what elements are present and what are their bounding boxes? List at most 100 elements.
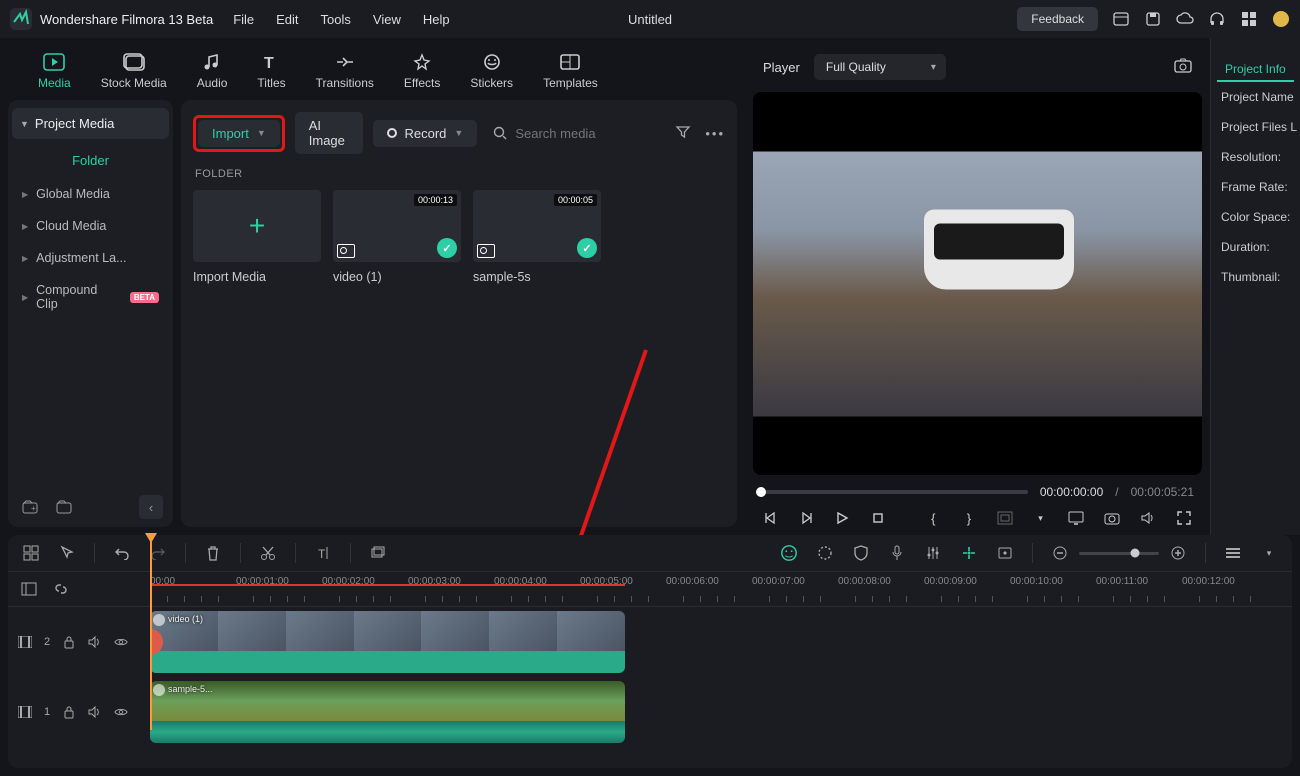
cursor-icon[interactable] bbox=[58, 544, 76, 562]
prev-frame-button[interactable] bbox=[763, 509, 779, 527]
check-icon: ✓ bbox=[577, 238, 597, 258]
eye-icon[interactable] bbox=[114, 705, 128, 719]
mute-icon[interactable] bbox=[88, 705, 102, 719]
sidebar-item-adjustment-layer[interactable]: ▶Adjustment La... bbox=[8, 242, 173, 274]
lock-icon[interactable] bbox=[62, 635, 76, 649]
more-icon[interactable]: ••• bbox=[705, 126, 725, 141]
info-field: Frame Rate: bbox=[1211, 172, 1300, 202]
tab-templates[interactable]: Templates bbox=[543, 52, 598, 90]
player-label: Player bbox=[763, 60, 800, 75]
track-view-icon[interactable] bbox=[1224, 544, 1242, 562]
play-button[interactable] bbox=[834, 509, 850, 527]
eye-icon[interactable] bbox=[114, 635, 128, 649]
fullscreen-icon[interactable] bbox=[1176, 509, 1192, 527]
svg-text:+: + bbox=[31, 504, 36, 513]
zoom-slider[interactable] bbox=[1079, 552, 1159, 555]
media-thumb-video1[interactable]: 00:00:13 ✓ video (1) bbox=[333, 190, 461, 284]
mark-out-icon[interactable]: } bbox=[961, 509, 977, 527]
tab-stock-media[interactable]: Stock Media bbox=[101, 52, 167, 90]
menu-file[interactable]: File bbox=[233, 12, 254, 27]
tab-media[interactable]: Media bbox=[38, 52, 71, 90]
play-backward-button[interactable] bbox=[799, 509, 815, 527]
track-view-chevron-icon[interactable]: ▾ bbox=[1260, 544, 1278, 562]
import-media-thumb[interactable]: + Import Media bbox=[193, 190, 321, 284]
layout-icon[interactable] bbox=[1112, 10, 1130, 28]
beta-badge: BETA bbox=[130, 292, 159, 303]
menu-edit[interactable]: Edit bbox=[276, 12, 298, 27]
color-icon[interactable] bbox=[816, 544, 834, 562]
record-button[interactable]: Record▼ bbox=[373, 120, 478, 147]
volume-icon[interactable] bbox=[1140, 509, 1156, 527]
import-button[interactable]: Import▼ bbox=[198, 120, 280, 147]
zoom-out-icon[interactable] bbox=[1051, 544, 1069, 562]
tab-stickers[interactable]: Stickers bbox=[470, 52, 513, 90]
grid-view-icon[interactable] bbox=[22, 544, 40, 562]
mic-icon[interactable] bbox=[888, 544, 906, 562]
camera-icon[interactable] bbox=[1104, 509, 1120, 527]
media-search[interactable] bbox=[487, 126, 665, 141]
collapse-sidebar-icon[interactable]: ‹ bbox=[139, 495, 163, 519]
feedback-button[interactable]: Feedback bbox=[1017, 7, 1098, 31]
timeline-ruler[interactable]: 00:0000:00:01:0000:00:02:0000:00:03:0000… bbox=[150, 572, 1292, 606]
save-icon[interactable] bbox=[1144, 10, 1162, 28]
menu-tools[interactable]: Tools bbox=[321, 12, 351, 27]
project-info-panel: Project Info Project Name Project Files … bbox=[1210, 38, 1300, 535]
mixer-icon[interactable] bbox=[924, 544, 942, 562]
project-media-header[interactable]: ▼Project Media bbox=[12, 108, 169, 139]
timeline-options-icon[interactable] bbox=[20, 580, 38, 598]
grid-icon[interactable] bbox=[1240, 10, 1258, 28]
headphones-icon[interactable] bbox=[1208, 10, 1226, 28]
preview-video[interactable] bbox=[753, 92, 1202, 475]
lock-icon[interactable] bbox=[62, 705, 76, 719]
delete-icon[interactable] bbox=[204, 544, 222, 562]
tab-transitions[interactable]: Transitions bbox=[316, 52, 374, 90]
menu-view[interactable]: View bbox=[373, 12, 401, 27]
crop-icon[interactable] bbox=[369, 544, 387, 562]
mute-icon[interactable] bbox=[88, 635, 102, 649]
menu-help[interactable]: Help bbox=[423, 12, 450, 27]
new-bin-icon[interactable]: + bbox=[18, 495, 42, 519]
cloud-icon[interactable] bbox=[1176, 10, 1194, 28]
plus-icon: + bbox=[249, 210, 265, 242]
tab-titles[interactable]: TTitles bbox=[257, 52, 285, 90]
preview-scrubber[interactable] bbox=[761, 490, 1028, 494]
text-cursor-icon[interactable]: T bbox=[314, 544, 332, 562]
track-number: 1 bbox=[44, 706, 50, 718]
stop-button[interactable] bbox=[870, 509, 886, 527]
sidebar-item-compound-clip[interactable]: ▶Compound ClipBETA bbox=[8, 274, 173, 320]
clip-video1[interactable]: ‹ video (1) bbox=[150, 611, 625, 673]
project-info-tab[interactable]: Project Info bbox=[1217, 58, 1294, 82]
sidebar-item-global-media[interactable]: ▶Global Media bbox=[8, 178, 173, 210]
folder-label[interactable]: Folder bbox=[8, 143, 173, 178]
clip-sample5s[interactable]: sample-5... bbox=[150, 681, 625, 743]
sidebar-item-cloud-media[interactable]: ▶Cloud Media bbox=[8, 210, 173, 242]
safe-zone-icon[interactable] bbox=[997, 509, 1013, 527]
tab-effects[interactable]: Effects bbox=[404, 52, 440, 90]
keyframe-icon[interactable] bbox=[996, 544, 1014, 562]
ai-image-button[interactable]: AI Image bbox=[295, 112, 363, 154]
media-thumb-sample5s[interactable]: 00:00:05 ✓ sample-5s bbox=[473, 190, 601, 284]
zoom-in-icon[interactable] bbox=[1169, 544, 1187, 562]
quality-dropdown[interactable]: Full Quality bbox=[814, 54, 946, 80]
filter-icon[interactable] bbox=[675, 124, 691, 143]
tab-audio[interactable]: Audio bbox=[197, 52, 228, 90]
mark-in-icon[interactable]: { bbox=[926, 509, 942, 527]
ai-face-icon[interactable] bbox=[780, 544, 798, 562]
menu-bar: File Edit Tools View Help bbox=[233, 12, 449, 27]
safe-zone-chevron-icon[interactable]: ▾ bbox=[1033, 509, 1049, 527]
titlebar: Wondershare Filmora 13 Beta File Edit To… bbox=[0, 0, 1300, 38]
undo-icon[interactable] bbox=[113, 544, 131, 562]
playhead[interactable] bbox=[150, 535, 152, 730]
new-folder-icon[interactable] bbox=[52, 495, 76, 519]
snapshot-icon[interactable] bbox=[1174, 58, 1192, 76]
info-field: Thumbnail: bbox=[1211, 262, 1300, 292]
display-icon[interactable] bbox=[1068, 509, 1084, 527]
account-icon[interactable] bbox=[1272, 10, 1290, 28]
link-icon[interactable] bbox=[52, 580, 70, 598]
marker-icon[interactable] bbox=[960, 544, 978, 562]
search-input[interactable] bbox=[515, 126, 665, 141]
cut-icon[interactable] bbox=[259, 544, 277, 562]
shield-icon[interactable] bbox=[852, 544, 870, 562]
track-type-icon bbox=[18, 705, 32, 719]
svg-text:T: T bbox=[318, 547, 326, 561]
